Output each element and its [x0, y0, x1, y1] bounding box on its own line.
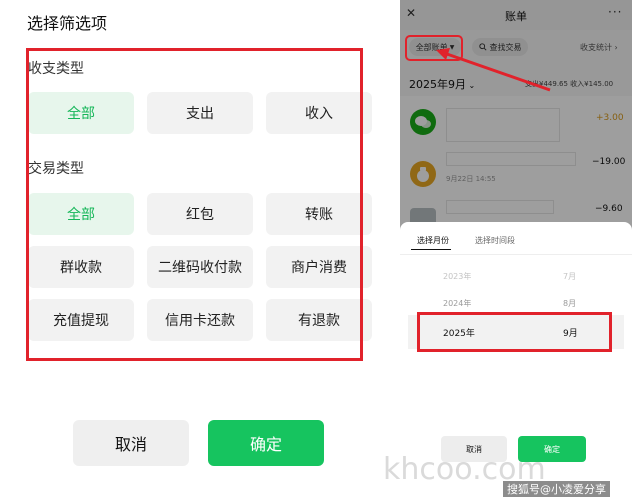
tab-select-month[interactable]: 选择月份	[417, 235, 449, 246]
bill-screen: ✕ 账单 ··· 全部账单 ▼ 查找交易 收支统计 › 2025年9月 ⌄ 支出…	[400, 0, 632, 500]
cancel-button[interactable]: 取消	[73, 420, 189, 466]
highlight-box	[26, 48, 363, 361]
source-credit: 搜狐号@小凌爱分享	[503, 481, 610, 497]
picker-year[interactable]: 2023年	[443, 271, 471, 282]
filter-panel: 选择筛选项 收支类型 全部 支出 收入 交易类型 全部 红包 转账 群收款 二维…	[0, 0, 395, 500]
confirm-button[interactable]: 确定	[208, 420, 324, 466]
picker-month[interactable]: 8月	[563, 298, 576, 309]
picker-year[interactable]: 2024年	[443, 298, 471, 309]
annotation-arrow	[405, 35, 551, 92]
picker-month[interactable]: 7月	[563, 271, 576, 282]
filter-panel-title: 选择筛选项	[27, 14, 108, 33]
divider	[400, 254, 632, 255]
active-tab-indicator	[411, 249, 451, 250]
tab-select-range[interactable]: 选择时间段	[475, 235, 515, 246]
highlight-box	[417, 312, 612, 352]
